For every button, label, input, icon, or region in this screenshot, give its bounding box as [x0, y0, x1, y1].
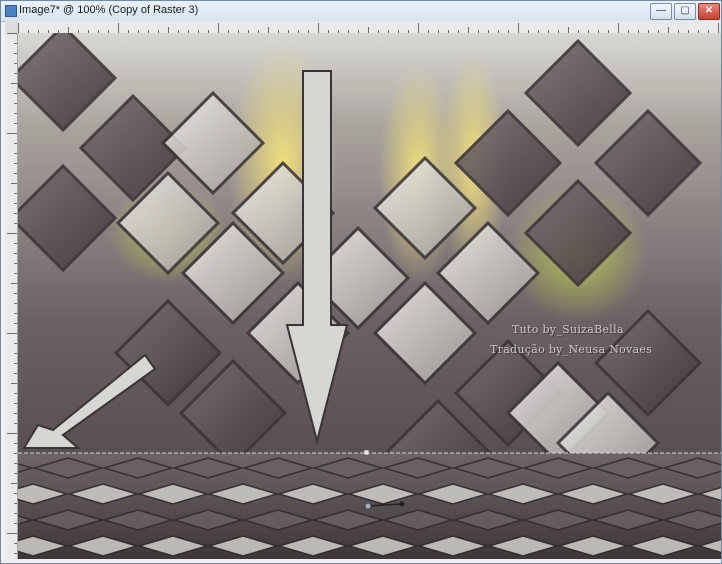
window-titlebar[interactable]: Image7* @ 100% (Copy of Raster 3) — ▢ ✕ [1, 1, 721, 22]
ruler-tick [14, 353, 17, 354]
ruler-tick [14, 293, 17, 294]
ruler-tick [418, 23, 419, 33]
ruler-tick [14, 53, 17, 54]
image-icon [5, 5, 17, 17]
ruler-tick [14, 203, 17, 204]
ruler-tick [14, 153, 17, 154]
ruler-tick [14, 193, 17, 194]
ruler-tick [14, 253, 17, 254]
ruler-tick [11, 83, 17, 84]
ruler-tick [7, 433, 17, 434]
ruler-tick [14, 523, 17, 524]
ruler-tick [14, 113, 17, 114]
pick-handle-start[interactable] [364, 502, 372, 510]
ruler-tick [14, 243, 17, 244]
ruler-tick [14, 223, 17, 224]
watermark-translator: Tradução by_Neusa Novaes [490, 343, 653, 356]
ruler-tick [14, 373, 17, 374]
ruler-tick [7, 133, 17, 134]
ruler-tick [7, 33, 17, 34]
vertical-ruler[interactable] [5, 33, 18, 559]
ruler-tick [11, 483, 17, 484]
ruler-tick [14, 213, 17, 214]
ruler-tick [718, 23, 719, 33]
ruler-tick [14, 503, 17, 504]
canvas-artwork [18, 33, 721, 559]
ruler-tick [14, 303, 17, 304]
ruler-tick [14, 263, 17, 264]
window-title: Image7* @ 100% (Copy of Raster 3) [19, 4, 199, 16]
ruler-tick [7, 233, 17, 234]
pick-handle-end[interactable] [399, 501, 405, 507]
ruler-tick [14, 63, 17, 64]
ruler-tick [14, 43, 17, 44]
minimize-button[interactable]: — [650, 3, 672, 20]
image-window: Image7* @ 100% (Copy of Raster 3) — ▢ ✕ [0, 0, 722, 564]
ruler-tick [14, 73, 17, 74]
image-canvas[interactable]: Tuto by_SuizaBella Tradução by_Neusa Nov… [18, 33, 721, 559]
ruler-tick [14, 393, 17, 394]
ruler-tick [218, 23, 219, 33]
ruler-tick [14, 543, 17, 544]
ruler-tick [14, 513, 17, 514]
selection-handle[interactable] [363, 449, 370, 456]
ruler-tick [518, 23, 519, 33]
ruler-tick [618, 23, 619, 33]
ruler-tick [11, 283, 17, 284]
ruler-tick [14, 363, 17, 364]
close-button[interactable]: ✕ [698, 3, 720, 20]
ruler-tick [11, 183, 17, 184]
ruler-tick [14, 123, 17, 124]
ruler-tick [7, 533, 17, 534]
ruler-tick [14, 423, 17, 424]
ruler-tick [14, 443, 17, 444]
ruler-tick [14, 313, 17, 314]
ruler-tick [14, 173, 17, 174]
maximize-button[interactable]: ▢ [674, 3, 696, 20]
ruler-tick [14, 93, 17, 94]
ruler-corner [5, 21, 18, 33]
ruler-tick [14, 493, 17, 494]
ruler-tick [318, 23, 319, 33]
ruler-tick [14, 103, 17, 104]
ruler-tick [14, 343, 17, 344]
ruler-tick [14, 413, 17, 414]
ruler-tick [11, 383, 17, 384]
ruler-tick [14, 143, 17, 144]
ruler-tick [14, 273, 17, 274]
ruler-tick [14, 453, 17, 454]
ruler-tick [14, 403, 17, 404]
ruler-tick [118, 23, 119, 33]
ruler-tick [7, 333, 17, 334]
ruler-tick [14, 553, 17, 554]
ruler-tick [14, 323, 17, 324]
ruler-tick [18, 23, 19, 33]
ruler-tick [14, 463, 17, 464]
watermark-author: Tuto by_SuizaBella [512, 323, 624, 336]
ruler-tick [14, 163, 17, 164]
ruler-tick [14, 473, 17, 474]
